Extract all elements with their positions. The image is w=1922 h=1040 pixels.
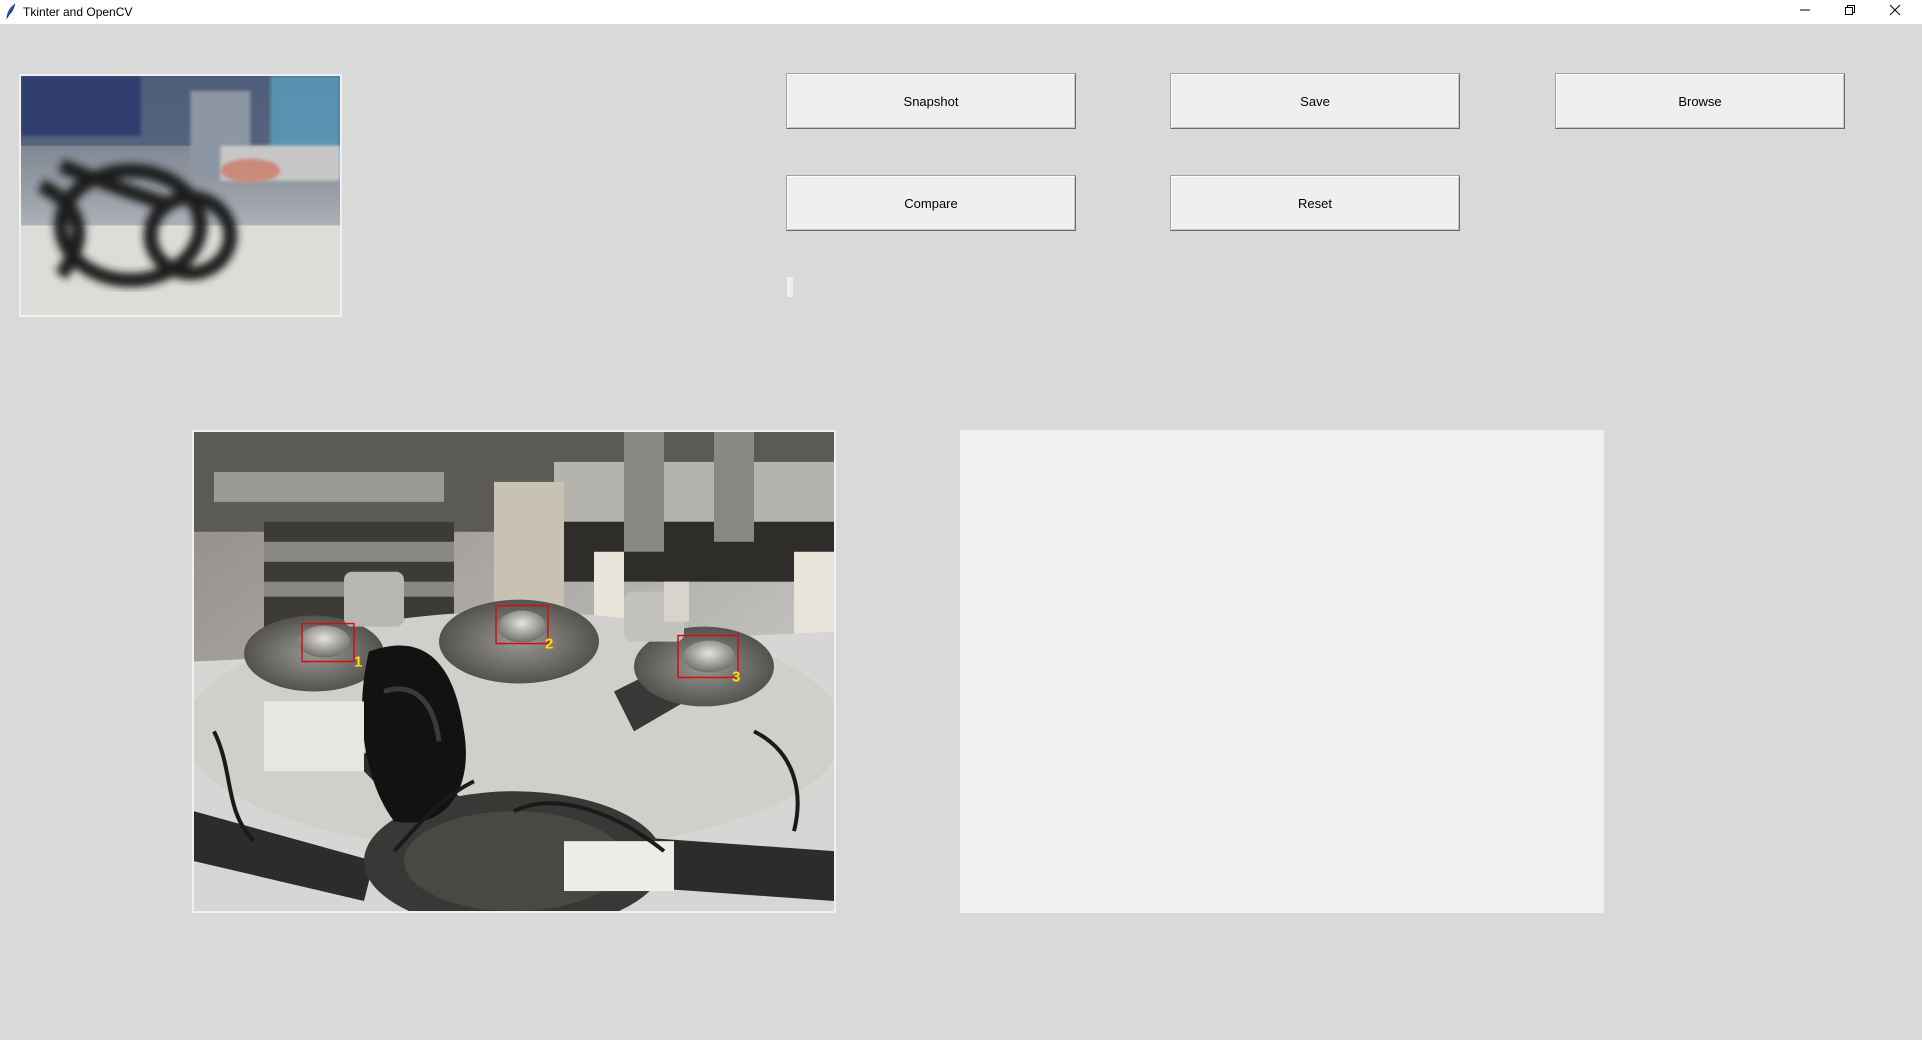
comparison-result-panel <box>960 430 1604 913</box>
restore-button[interactable] <box>1827 0 1872 24</box>
captured-image-panel: 1 2 3 <box>192 430 836 913</box>
close-button[interactable] <box>1872 0 1917 24</box>
reset-button[interactable]: Reset <box>1170 175 1460 231</box>
browse-button[interactable]: Browse <box>1555 73 1845 129</box>
save-button[interactable]: Save <box>1170 73 1460 129</box>
compare-button[interactable]: Compare <box>786 175 1076 231</box>
snapshot-button[interactable]: Snapshot <box>786 73 1076 129</box>
camera-preview-image <box>21 76 340 315</box>
status-label <box>787 277 793 297</box>
camera-preview <box>19 74 342 317</box>
detection-label-2: 2 <box>545 636 553 653</box>
close-icon <box>1889 3 1901 21</box>
detection-label-3: 3 <box>732 668 740 685</box>
detection-label-1: 1 <box>354 654 362 671</box>
captured-image: 1 2 3 <box>194 432 834 911</box>
minimize-button[interactable] <box>1782 0 1827 24</box>
title-bar[interactable]: Tkinter and OpenCV <box>0 0 1922 24</box>
app-window: Tkinter and OpenCV Snapshot Save Browse … <box>0 0 1922 1040</box>
restore-icon <box>1844 3 1856 21</box>
feather-icon <box>5 3 17 21</box>
minimize-icon <box>1799 3 1811 21</box>
window-title: Tkinter and OpenCV <box>23 5 133 19</box>
